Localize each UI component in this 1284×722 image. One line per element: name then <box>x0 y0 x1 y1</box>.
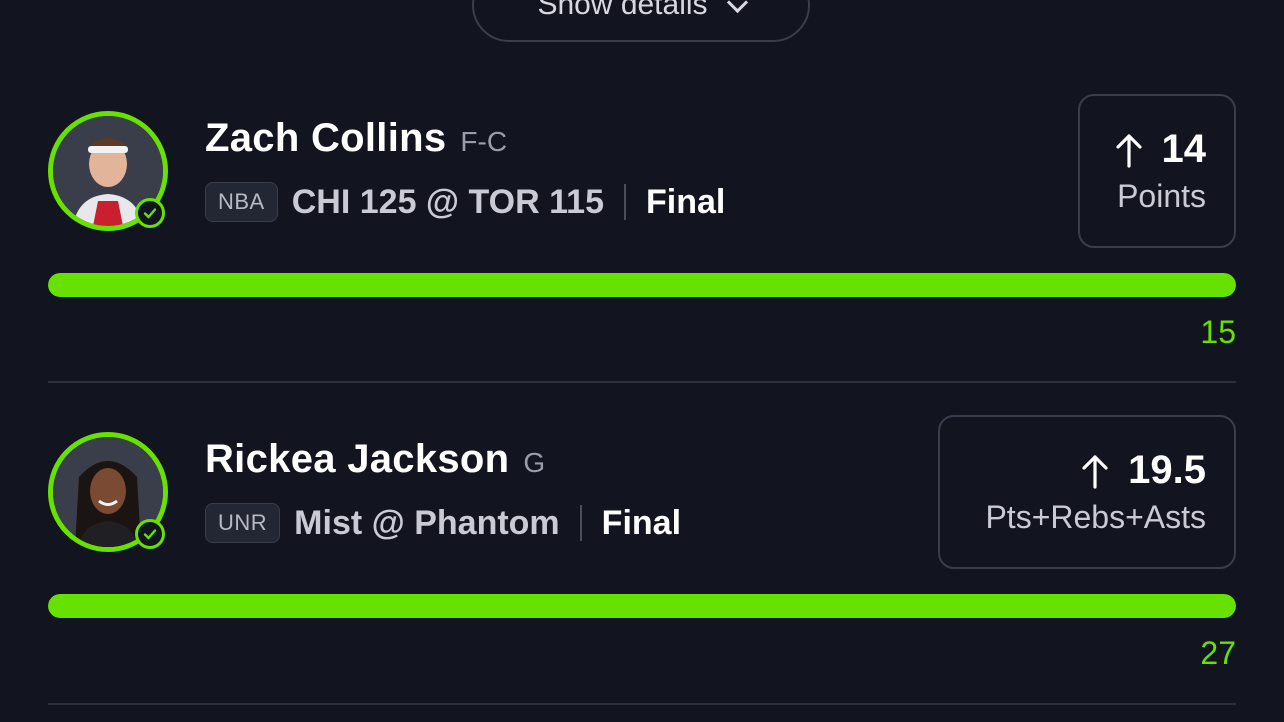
matchup-score: CHI 125 @ TOR 115 <box>291 182 604 221</box>
arrow-up-icon <box>1115 133 1142 168</box>
game-status: Final <box>601 503 682 542</box>
matchup-score: Mist @ Phantom <box>294 503 560 542</box>
chevron-down-icon <box>726 0 748 13</box>
stat-type: Pts+Rebs+Asts <box>985 499 1206 535</box>
line-box[interactable]: 14 Points <box>1078 94 1236 248</box>
pick-divider <box>48 703 1236 705</box>
player-position: F-C <box>460 126 508 157</box>
progress-bar <box>48 273 1236 297</box>
progress-fill <box>48 594 1236 618</box>
stat-type: Points <box>1117 178 1206 214</box>
check-icon <box>135 198 165 228</box>
league-badge: UNR <box>205 503 281 543</box>
divider-bar <box>579 505 582 541</box>
player-name-row: Rickea Jackson G <box>205 437 545 482</box>
game-info-row: UNR Mist @ Phantom Final <box>205 503 681 543</box>
pick-results-page: Show details Zach Collins F-C NBA CHI 12… <box>0 0 1284 722</box>
divider-bar <box>623 184 626 220</box>
line-value: 19.5 <box>1128 448 1206 492</box>
player-name-row: Zach Collins F-C <box>205 116 507 161</box>
show-details-label: Show details <box>537 0 708 21</box>
line-value-row: 19.5 <box>1080 448 1206 493</box>
line-box[interactable]: 19.5 Pts+Rebs+Asts <box>938 415 1236 569</box>
actual-stat-value: 15 <box>1200 314 1236 350</box>
game-status: Final <box>645 182 726 221</box>
line-value-row: 14 <box>1114 127 1207 172</box>
progress-fill <box>48 273 1236 297</box>
player-name: Zach Collins <box>205 116 447 160</box>
game-info-row: NBA CHI 125 @ TOR 115 Final <box>205 182 725 222</box>
player-position: G <box>523 447 546 478</box>
show-details-button[interactable]: Show details <box>472 0 810 42</box>
player-name: Rickea Jackson <box>205 437 510 481</box>
arrow-up-icon <box>1082 454 1108 489</box>
progress-bar <box>48 594 1236 618</box>
league-badge: NBA <box>205 182 278 222</box>
actual-stat-value: 27 <box>1200 635 1236 671</box>
check-icon <box>135 519 165 549</box>
line-value: 14 <box>1161 127 1207 171</box>
pick-divider <box>48 381 1236 383</box>
